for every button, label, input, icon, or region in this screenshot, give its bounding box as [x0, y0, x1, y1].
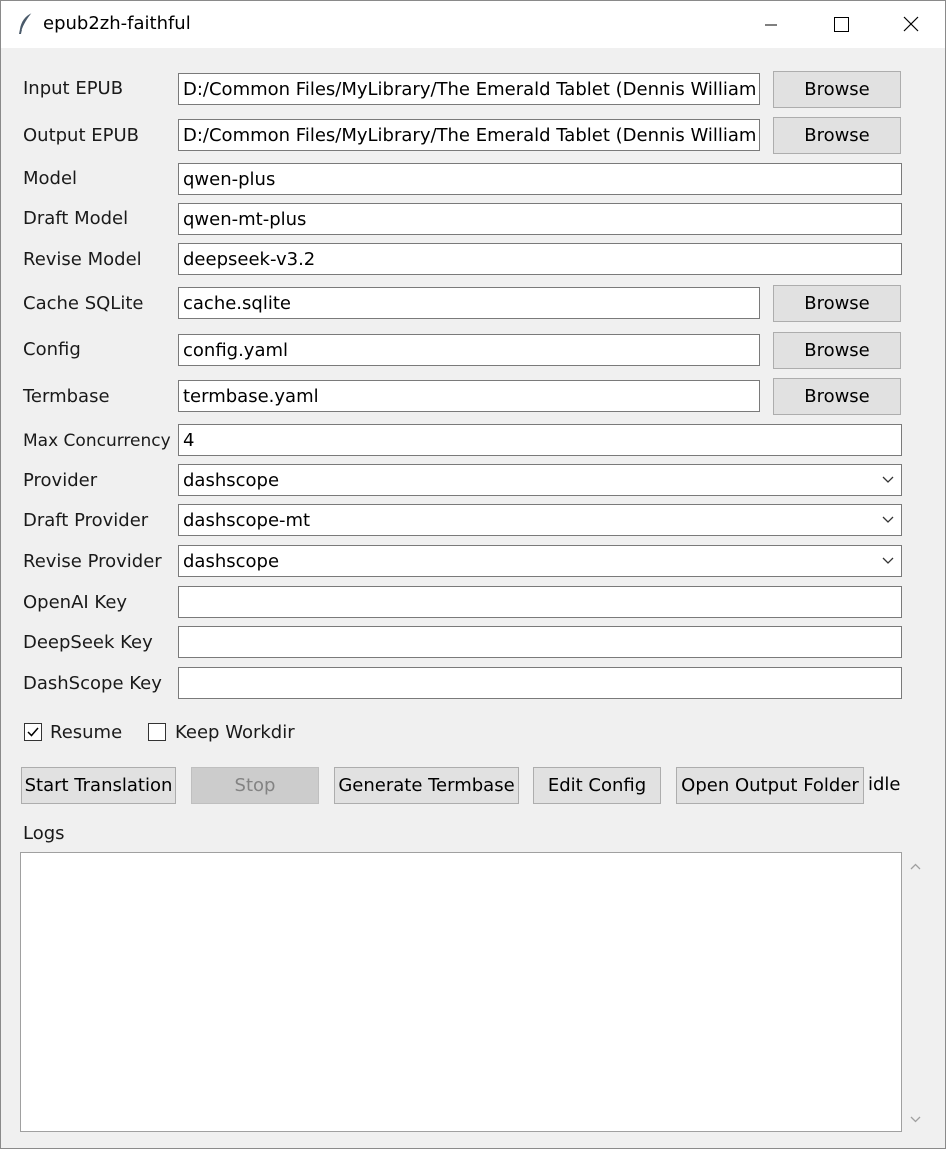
edit-config-button[interactable]: Edit Config: [533, 767, 661, 804]
feather-icon: [19, 12, 33, 34]
start-translation-button[interactable]: Start Translation: [21, 767, 176, 804]
minimize-button[interactable]: [748, 1, 794, 48]
config-browse-button[interactable]: Browse: [773, 332, 901, 369]
resume-checkbox[interactable]: [24, 723, 42, 741]
draft-model-value: qwen-mt-plus: [183, 209, 307, 230]
revise-model-label: Revise Model: [23, 249, 142, 270]
open-output-folder-button[interactable]: Open Output Folder: [676, 767, 864, 804]
config-label: Config: [23, 339, 81, 360]
title-bar[interactable]: epub2zh-faithful: [1, 1, 945, 48]
max-concurrency-field[interactable]: 4: [178, 424, 902, 456]
dashscope-key-label: DashScope Key: [23, 673, 162, 694]
close-button[interactable]: [888, 1, 934, 48]
cache-sqlite-field[interactable]: cache.sqlite: [178, 287, 760, 319]
draft-provider-label: Draft Provider: [23, 510, 149, 531]
maximize-button[interactable]: [818, 1, 864, 48]
openai-key-field[interactable]: [178, 586, 902, 618]
revise-provider-value: dashscope: [183, 551, 280, 572]
model-value: qwen-plus: [183, 169, 276, 190]
provider-select[interactable]: dashscope: [178, 464, 902, 496]
scroll-up-icon[interactable]: [909, 862, 922, 872]
max-concurrency-label: Max Concurrency: [23, 431, 171, 451]
config-field[interactable]: config.yaml: [178, 334, 760, 366]
draft-provider-value: dashscope-mt: [183, 510, 311, 531]
termbase-value: termbase.yaml: [183, 386, 319, 407]
revise-provider-select[interactable]: dashscope: [178, 545, 902, 577]
termbase-browse-button[interactable]: Browse: [773, 378, 901, 415]
resume-label[interactable]: Resume: [50, 722, 122, 744]
close-icon: [903, 16, 919, 32]
termbase-field[interactable]: termbase.yaml: [178, 380, 760, 412]
keep-workdir-checkbox[interactable]: [148, 723, 166, 741]
generate-termbase-button[interactable]: Generate Termbase: [334, 767, 519, 804]
cache-sqlite-value: cache.sqlite: [183, 293, 291, 314]
status-text: idle: [868, 774, 901, 795]
revise-model-field[interactable]: deepseek-v3.2: [178, 243, 902, 275]
deepseek-key-field[interactable]: [178, 626, 902, 658]
minimize-icon: [765, 24, 777, 26]
draft-model-field[interactable]: qwen-mt-plus: [178, 203, 902, 235]
max-concurrency-value: 4: [183, 430, 195, 451]
chevron-down-icon: [882, 476, 894, 483]
stop-button[interactable]: Stop: [191, 767, 319, 804]
termbase-label: Termbase: [23, 386, 110, 407]
dashscope-key-field[interactable]: [178, 667, 902, 699]
deepseek-key-label: DeepSeek Key: [23, 632, 153, 653]
output-epub-value: D:/Common Files/MyLibrary/The Emerald Ta…: [183, 125, 760, 146]
input-epub-browse-button[interactable]: Browse: [773, 71, 901, 108]
cache-sqlite-browse-button[interactable]: Browse: [773, 285, 901, 322]
config-value: config.yaml: [183, 340, 289, 361]
input-epub-value: D:/Common Files/MyLibrary/The Emerald Ta…: [183, 79, 760, 100]
log-scrollbar[interactable]: [902, 852, 929, 1132]
input-epub-label: Input EPUB: [23, 78, 124, 99]
chevron-down-icon: [882, 516, 894, 523]
cache-sqlite-label: Cache SQLite: [23, 293, 144, 314]
logs-label: Logs: [23, 823, 65, 844]
output-epub-browse-button[interactable]: Browse: [773, 117, 901, 154]
chevron-down-icon: [882, 557, 894, 564]
keep-workdir-label[interactable]: Keep Workdir: [175, 722, 295, 744]
revise-model-value: deepseek-v3.2: [183, 249, 316, 270]
provider-value: dashscope: [183, 470, 280, 491]
checkmark-icon: [27, 727, 39, 737]
output-epub-label: Output EPUB: [23, 125, 139, 146]
scroll-down-icon[interactable]: [909, 1114, 922, 1124]
draft-model-label: Draft Model: [23, 208, 129, 229]
window-title: epub2zh-faithful: [43, 13, 191, 34]
draft-provider-select[interactable]: dashscope-mt: [178, 504, 902, 536]
provider-label: Provider: [23, 470, 98, 491]
log-textarea[interactable]: [20, 852, 902, 1132]
app-window: epub2zh-faithful Input EPUB D:/Common Fi…: [0, 0, 946, 1149]
model-field[interactable]: qwen-plus: [178, 163, 902, 195]
output-epub-field[interactable]: D:/Common Files/MyLibrary/The Emerald Ta…: [178, 119, 760, 151]
maximize-icon: [834, 17, 849, 32]
input-epub-field[interactable]: D:/Common Files/MyLibrary/The Emerald Ta…: [178, 73, 760, 105]
openai-key-label: OpenAI Key: [23, 592, 128, 613]
model-label: Model: [23, 168, 78, 189]
revise-provider-label: Revise Provider: [23, 551, 162, 572]
